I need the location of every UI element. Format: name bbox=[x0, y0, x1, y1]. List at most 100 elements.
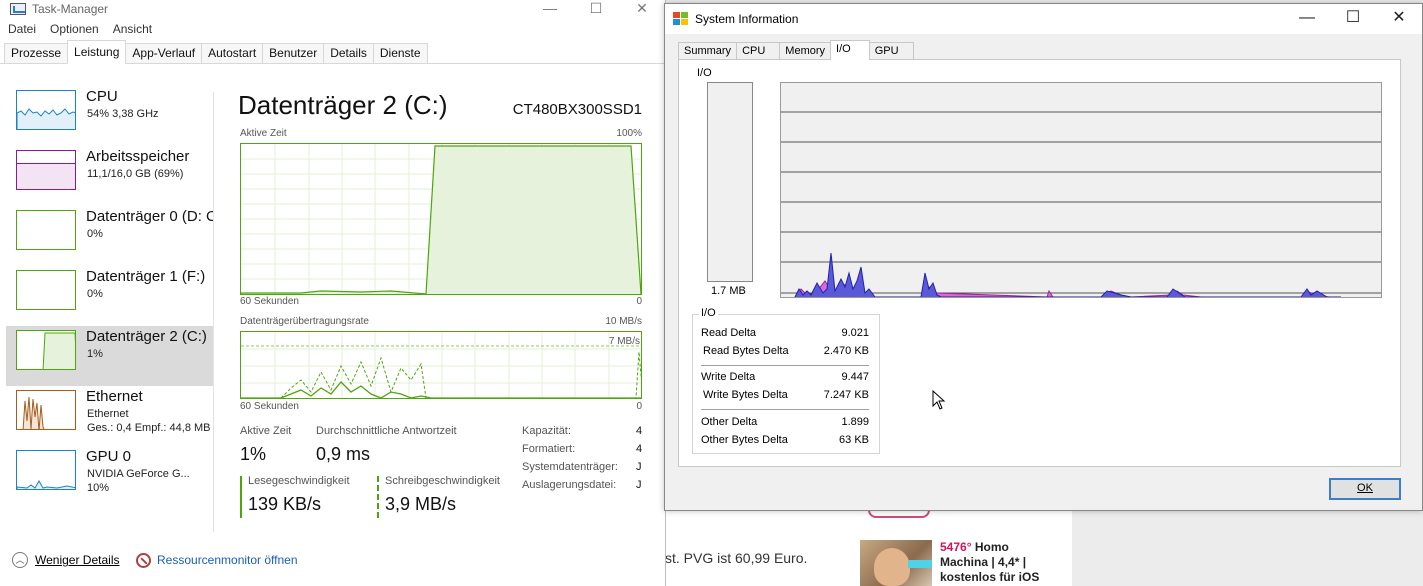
graph2-max: 10 MB/s bbox=[605, 316, 642, 327]
tab-benutzer[interactable]: Benutzer bbox=[262, 43, 325, 63]
ok-button[interactable]: OK bbox=[1329, 478, 1401, 500]
active-time-graph bbox=[240, 143, 642, 295]
write-bytes-delta-row: Write Bytes Delta 7.247 KB bbox=[701, 387, 869, 405]
prop-capacity-value: 4 bbox=[636, 425, 643, 437]
disk1-thumbnail bbox=[16, 270, 76, 310]
disk-detail-panel: Datenträger 2 (C:) CT480BX300SSD1 Aktive… bbox=[238, 86, 644, 526]
menu-optionen[interactable]: Optionen bbox=[50, 22, 99, 36]
sidebar-item-ethernet[interactable]: Ethernet Ethernet Ges.: 0,4 Empf.: 44,8 … bbox=[6, 386, 214, 446]
sidebar-divider bbox=[213, 92, 214, 532]
sidebar-item-disk1[interactable]: Datenträger 1 (F:) 0% bbox=[6, 266, 214, 326]
open-resource-monitor-link[interactable]: Ressourcenmonitor öffnen bbox=[136, 546, 298, 574]
menu-datei[interactable]: Datei bbox=[8, 22, 36, 36]
prop-formatted-value: 4 bbox=[636, 443, 643, 455]
sidebar-item-gpu[interactable]: GPU 0 NVIDIA GeForce G... 10% bbox=[6, 446, 214, 506]
other-delta-label: Other Delta bbox=[701, 416, 758, 428]
menu-ansicht[interactable]: Ansicht bbox=[113, 22, 152, 36]
close-button[interactable]: ✕ bbox=[619, 0, 665, 18]
sidebar-cpu-name: CPU bbox=[86, 88, 118, 105]
tab-autostart[interactable]: Autostart bbox=[201, 43, 264, 63]
graph1-max: 100% bbox=[616, 128, 642, 139]
windows-logo-icon bbox=[673, 12, 689, 26]
system-information-window: System Information — ☐ ✕ Summary CPU Mem… bbox=[664, 3, 1423, 511]
sidebar-item-memory[interactable]: Arbeitsspeicher 11,1/16,0 GB (69%) bbox=[6, 146, 214, 206]
write-delta-row: Write Delta 9.447 bbox=[701, 369, 869, 387]
write-bytes-delta-value: 7.247 KB bbox=[823, 389, 869, 401]
tab-details[interactable]: Details bbox=[323, 43, 374, 63]
graph2-min: 0 bbox=[636, 401, 642, 412]
graph2-label: Datenträgerübertragungsrate bbox=[240, 316, 369, 327]
io-history-graph bbox=[780, 82, 1382, 298]
background-column bbox=[666, 500, 836, 586]
active-time-value: 1% bbox=[240, 444, 267, 464]
resource-monitor-label: Ressourcenmonitor öffnen bbox=[157, 553, 298, 567]
si-titlebar[interactable]: System Information — ☐ ✕ bbox=[665, 4, 1422, 34]
footer: ︿ Weniger Details Ressourcenmonitor öffn… bbox=[0, 546, 666, 576]
sidebar-memory-name: Arbeitsspeicher bbox=[86, 148, 190, 165]
write-speed-indicator bbox=[377, 476, 379, 518]
si-tab-memory[interactable]: Memory bbox=[779, 42, 832, 60]
tab-bar: Prozesse Leistung App-Verlauf Autostart … bbox=[0, 40, 665, 64]
tab-app-verlauf[interactable]: App-Verlauf bbox=[125, 43, 203, 63]
performance-sidebar: CPU 54% 3,38 GHz Arbeitsspeicher 11,1/16… bbox=[0, 86, 214, 536]
task-manager-window: Task-Manager — ☐ ✕ Datei Optionen Ansich… bbox=[0, 0, 666, 586]
tab-dienste[interactable]: Dienste bbox=[372, 43, 428, 63]
deal-link[interactable]: 5476° Homo Machina | 4,4* | kostenlos fü… bbox=[940, 540, 1060, 585]
graph2-time: 60 Sekunden bbox=[240, 401, 299, 412]
si-tab-cpu[interactable]: CPU bbox=[736, 42, 781, 60]
other-delta-value: 1.899 bbox=[841, 416, 869, 428]
sidebar-item-disk0[interactable]: Datenträger 0 (D: C 0% bbox=[6, 206, 214, 266]
sidebar-cpu-sub: 54% 3,38 GHz bbox=[87, 108, 159, 120]
si-tab-gpu[interactable]: GPU bbox=[868, 42, 914, 60]
write-speed-label: Schreibgeschwindigkeit bbox=[385, 475, 500, 487]
tab-leistung[interactable]: Leistung bbox=[67, 40, 127, 64]
deal-degree: 5476° bbox=[940, 540, 972, 554]
read-bytes-delta-label: Read Bytes Delta bbox=[703, 345, 789, 357]
sidebar-ethernet-sub: Ethernet bbox=[87, 408, 129, 420]
write-delta-label: Write Delta bbox=[701, 371, 756, 383]
graph1-time: 60 Sekunden bbox=[240, 296, 299, 307]
io-tab-page: I/O 1.7 MB I/O Read Delta 9.021 Read Byt… bbox=[678, 59, 1401, 467]
io-meter bbox=[707, 82, 753, 282]
sidebar-ethernet-name: Ethernet bbox=[86, 388, 143, 405]
separator bbox=[701, 409, 869, 410]
other-bytes-delta-label: Other Bytes Delta bbox=[701, 434, 788, 446]
sidebar-gpu-sub2: 10% bbox=[87, 482, 110, 494]
sidebar-disk1-name: Datenträger 1 (F:) bbox=[86, 268, 206, 285]
minimize-button[interactable]: — bbox=[527, 0, 573, 18]
graph1-min: 0 bbox=[636, 296, 642, 307]
si-minimize-button[interactable]: — bbox=[1284, 4, 1330, 34]
si-window-title: System Information bbox=[695, 12, 799, 26]
io-details-group: I/O Read Delta 9.021 Read Bytes Delta 2.… bbox=[692, 307, 880, 454]
sidebar-disk0-name: Datenträger 0 (D: C bbox=[86, 208, 214, 225]
titlebar[interactable]: Task-Manager — ☐ ✕ bbox=[0, 0, 665, 18]
prop-system-disk-value: J bbox=[636, 461, 642, 473]
prop-capacity-label: Kapazität: bbox=[522, 425, 571, 437]
active-time-label: Aktive Zeit bbox=[240, 425, 292, 437]
si-close-button[interactable]: ✕ bbox=[1376, 4, 1422, 34]
si-tab-summary[interactable]: Summary bbox=[678, 42, 738, 60]
sidebar-gpu-name: GPU 0 bbox=[86, 448, 132, 465]
tab-prozesse[interactable]: Prozesse bbox=[4, 43, 69, 63]
sidebar-item-disk2[interactable]: Datenträger 2 (C:) 1% bbox=[6, 326, 214, 386]
fewer-details-button[interactable]: ︿ Weniger Details bbox=[12, 546, 119, 574]
prop-pagefile-value: J bbox=[636, 479, 642, 491]
maximize-button[interactable]: ☐ bbox=[573, 0, 619, 18]
deal-thumbnail[interactable] bbox=[860, 540, 932, 586]
disk-title: Datenträger 2 (C:) bbox=[238, 90, 448, 120]
si-maximize-button[interactable]: ☐ bbox=[1330, 4, 1376, 34]
sidebar-gpu-sub: NVIDIA GeForce G... bbox=[87, 468, 190, 480]
window-title: Task-Manager bbox=[32, 2, 109, 16]
sidebar-item-cpu[interactable]: CPU 54% 3,38 GHz bbox=[6, 86, 214, 146]
disk0-thumbnail bbox=[16, 210, 76, 250]
ethernet-thumbnail bbox=[16, 390, 76, 430]
memory-thumbnail bbox=[16, 150, 76, 190]
si-tab-bar: Summary CPU Memory I/O GPU bbox=[678, 40, 914, 60]
read-speed-indicator bbox=[240, 476, 242, 518]
read-delta-row: Read Delta 9.021 bbox=[701, 325, 869, 343]
disk-model: CT480BX300SSD1 bbox=[512, 101, 642, 118]
prop-system-disk-label: Systemdatenträger: bbox=[522, 461, 618, 473]
transfer-rate-graph bbox=[240, 331, 642, 399]
read-speed-label: Lesegeschwindigkeit bbox=[248, 475, 350, 487]
si-tab-io[interactable]: I/O bbox=[830, 40, 870, 60]
